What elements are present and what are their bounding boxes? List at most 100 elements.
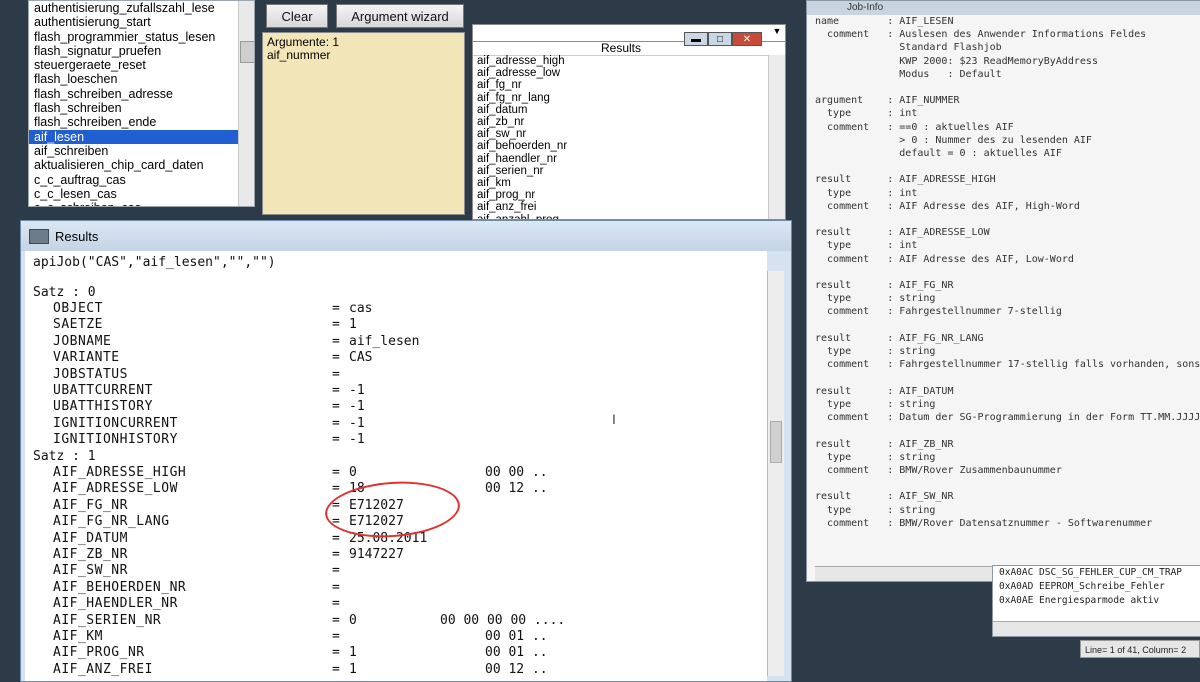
job-list-item[interactable]: aif_schreiben [29, 144, 254, 158]
field-equals: = [332, 596, 340, 612]
minimize-button[interactable]: ▬ [684, 32, 708, 46]
job-list-item[interactable]: c_c_lesen_cas [29, 187, 254, 201]
arguments-textarea[interactable]: Argumente: 1 aif_nummer [262, 32, 465, 215]
results-list-item[interactable]: aif_adresse_low [477, 67, 767, 79]
field-value: CAS [349, 350, 373, 366]
results-scroll-thumb[interactable] [770, 421, 782, 463]
field-value: 9147227 [349, 547, 404, 562]
job-info-line: comment : BMW/Rover Zusammenbaunummer [815, 464, 1062, 476]
chevron-down-icon[interactable]: ▼ [771, 26, 783, 38]
job-info-line: > 0 : Nummer des zu lesenden AIF [815, 134, 1092, 146]
job-list-item[interactable]: aif_lesen [29, 129, 254, 144]
job-list-item[interactable]: flash_schreiben [29, 101, 254, 115]
job-list[interactable]: authentisierung_zufallszahl_lese authenti… [28, 0, 255, 207]
job-list-item[interactable]: c_c_schreiben_cas [29, 201, 254, 206]
field-name: AIF_ADRESSE_HIGH [53, 465, 187, 480]
job-info-line: result : AIF_SW_NR [815, 491, 954, 503]
job-list-item[interactable]: aktualisieren_chip_card_daten [29, 158, 254, 172]
job-info-titlebar[interactable]: Job-Info [807, 1, 1200, 15]
results-list-item[interactable]: aif_anzahl_prog [477, 214, 767, 219]
error-list[interactable]: 0xA0AC DSC_SG_FEHLER_CUP_CM_TRAP 0xA0AD E… [992, 565, 1200, 637]
job-list-item[interactable]: authentisierung_zufallszahl_lese [29, 1, 254, 15]
job-info-line [815, 477, 1200, 490]
field-name: AIF_FG_NR_LANG [53, 514, 170, 530]
job-info-line: type : string [815, 398, 936, 410]
results-list-item[interactable]: aif_datum [477, 104, 767, 116]
window-icon [29, 229, 49, 244]
job-list-item[interactable]: flash_loeschen [29, 72, 254, 86]
field-name: OBJECT [53, 301, 103, 316]
results-list-item[interactable]: aif_fg_nr_lang [477, 92, 767, 104]
job-info-line [815, 319, 1200, 332]
results-output[interactable]: apiJob("CAS","aif_lesen","","") Satz : 0… [25, 251, 767, 681]
job-info-line: comment : Datum der SG-Programmierung in… [815, 412, 1200, 424]
argument-wizard-button[interactable]: Argument wizard [336, 4, 464, 28]
job-info-line: type : string [815, 504, 936, 516]
field-equals: = [332, 645, 340, 661]
job-info-content[interactable]: name : AIF_LESEN comment : Auslesen des … [815, 15, 1200, 567]
results-window: Results apiJob("CAS","aif_lesen","","") … [20, 220, 792, 682]
close-button[interactable]: ✕ [732, 32, 762, 46]
error-list-hscrollbar[interactable] [993, 621, 1200, 636]
job-list-item[interactable]: steuergeraete_reset [29, 58, 254, 72]
results-list-item[interactable]: aif_anz_frei [477, 201, 767, 213]
results-list-item[interactable]: aif_km [477, 177, 767, 189]
job-info-line: type : string [815, 293, 936, 305]
results-list-item[interactable]: aif_prog_nr [477, 189, 767, 201]
job-info-line: comment : BMW/Rover Datensatznummer - So… [815, 517, 1153, 529]
job-list-item[interactable]: flash_programmier_status_lesen [29, 30, 254, 44]
error-list-item[interactable]: 0xA0AC DSC_SG_FEHLER_CUP_CM_TRAP [993, 566, 1200, 580]
job-info-line: argument : AIF_NUMMER [815, 95, 960, 107]
satz-0-label: Satz : 0 [33, 285, 96, 300]
maximize-button[interactable]: □ [708, 32, 732, 46]
field-equals: = [332, 350, 340, 366]
results-list-items[interactable]: aif_adresse_high aif_adresse_low aif_fg_nr… [477, 55, 767, 219]
results-list-item[interactable]: aif_fg_nr [477, 79, 767, 91]
field-name: AIF_SW_NR [53, 563, 128, 579]
job-list-scrollbar[interactable] [238, 1, 254, 206]
field-equals: = [332, 530, 340, 546]
results-list-item[interactable]: aif_haendler_nr [477, 153, 767, 165]
results-list-scrollbar[interactable] [768, 55, 785, 219]
job-info-line: default = 0 : aktuelles AIF [815, 148, 1062, 160]
job-info-line: comment : AIF Adresse des AIF, High-Word [815, 200, 1080, 212]
job-info-title: Job-Info [847, 2, 884, 13]
job-list-item[interactable]: c_c_auftrag_cas [29, 173, 254, 187]
job-info-line: type : string [815, 451, 936, 463]
job-list-item[interactable]: flash_signatur_pruefen [29, 44, 254, 58]
results-window-scrollbar[interactable] [767, 271, 784, 676]
field-name: JOBSTATUS [53, 366, 128, 382]
field-value: -1 [349, 415, 365, 431]
field-equals: = [332, 415, 340, 431]
results-list-item[interactable]: aif_sw_nr [477, 128, 767, 140]
clear-button[interactable]: Clear [266, 4, 328, 28]
field-equals: = [332, 399, 340, 415]
job-list-scroll-thumb[interactable] [240, 41, 254, 63]
arguments-name: aif_nummer [267, 48, 331, 62]
job-info-line: name : AIF_LESEN [815, 16, 954, 27]
field-name: AIF_BEHOERDEN_NR [53, 579, 187, 595]
job-list-item[interactable]: authentisierung_start [29, 15, 254, 29]
results-list-item[interactable]: aif_behoerden_nr [477, 140, 767, 152]
job-list-item[interactable]: flash_schreiben_ende [29, 115, 254, 129]
results-list-item[interactable]: aif_adresse_high [477, 55, 767, 67]
field-name: AIF_SERIEN_NR [53, 612, 162, 628]
job-info-line: KWP 2000: $23 ReadMemoryByAddress [815, 55, 1098, 67]
error-list-item[interactable]: 0xA0AE Energiesparmode aktiv [993, 594, 1200, 608]
results-list-item[interactable]: aif_serien_nr [477, 165, 767, 177]
results-window-title: Results [55, 229, 99, 244]
field-name: AIF_HAENDLER_NR [53, 596, 178, 612]
job-info-line: type : int [815, 108, 918, 120]
field-hex: 00 01 .. [485, 629, 548, 644]
field-equals: = [332, 301, 340, 316]
results-window-titlebar[interactable]: Results [21, 221, 791, 251]
field-hex: 00 00 .. [485, 465, 548, 480]
field-value: -1 [349, 432, 365, 448]
job-list-item[interactable]: flash_schreiben_adresse [29, 87, 254, 101]
results-list-item[interactable]: aif_zb_nr [477, 116, 767, 128]
job-info-line: type : int [815, 187, 918, 199]
field-value: cas [349, 301, 373, 316]
field-hex: 00 12 .. [485, 481, 548, 497]
field-equals: = [332, 333, 340, 349]
error-list-item[interactable]: 0xA0AD EEPROM_Schreibe_Fehler [993, 580, 1200, 594]
